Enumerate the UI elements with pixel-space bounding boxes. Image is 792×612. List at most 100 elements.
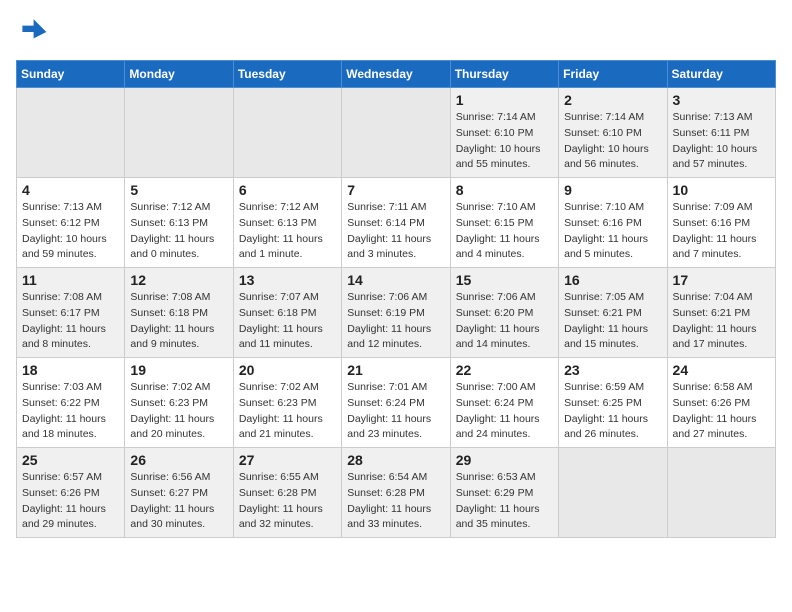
day-info: Sunrise: 7:05 AMSunset: 6:21 PMDaylight:… bbox=[564, 290, 661, 353]
calendar-cell: 20Sunrise: 7:02 AMSunset: 6:23 PMDayligh… bbox=[233, 358, 341, 448]
calendar-cell: 9 Sunrise: 7:10 AMSunset: 6:16 PMDaylight… bbox=[559, 178, 667, 268]
day-info: Sunrise: 7:08 AMSunset: 6:17 PMDaylight:… bbox=[22, 290, 119, 353]
day-number: 24 bbox=[673, 362, 770, 378]
calendar-header-row: SundayMondayTuesdayWednesdayThursdayFrid… bbox=[17, 61, 776, 88]
day-number: 25 bbox=[22, 452, 119, 468]
calendar-cell: 5 Sunrise: 7:12 AMSunset: 6:13 PMDaylight… bbox=[125, 178, 233, 268]
calendar-cell: 22 Sunrise: 7:00 AMSunset: 6:24 PMDayligh… bbox=[450, 358, 558, 448]
calendar-cell: 17 Sunrise: 7:04 AMSunset: 6:21 PMDayligh… bbox=[667, 268, 775, 358]
day-number: 5 bbox=[130, 182, 227, 198]
header-sunday: Sunday bbox=[17, 61, 125, 88]
calendar-week-row: 25 Sunrise: 6:57 AMSunset: 6:26 PMDayligh… bbox=[17, 448, 776, 538]
day-info: Sunrise: 7:02 AMSunset: 6:23 PMDaylight:… bbox=[130, 380, 227, 443]
calendar-cell: 8 Sunrise: 7:10 AMSunset: 6:15 PMDaylight… bbox=[450, 178, 558, 268]
header-friday: Friday bbox=[559, 61, 667, 88]
day-number: 8 bbox=[456, 182, 553, 198]
day-number: 29 bbox=[456, 452, 553, 468]
logo-icon bbox=[16, 16, 48, 48]
calendar-cell bbox=[342, 88, 450, 178]
day-info: Sunrise: 7:04 AMSunset: 6:21 PMDaylight:… bbox=[673, 290, 770, 353]
day-info: Sunrise: 7:12 AMSunset: 6:13 PMDaylight:… bbox=[130, 200, 227, 263]
calendar-cell bbox=[125, 88, 233, 178]
calendar-week-row: 4 Sunrise: 7:13 AMSunset: 6:12 PMDaylight… bbox=[17, 178, 776, 268]
calendar-cell: 15 Sunrise: 7:06 AMSunset: 6:20 PMDayligh… bbox=[450, 268, 558, 358]
day-number: 22 bbox=[456, 362, 553, 378]
calendar-cell: 13 Sunrise: 7:07 AMSunset: 6:18 PMDayligh… bbox=[233, 268, 341, 358]
calendar-week-row: 11 Sunrise: 7:08 AMSunset: 6:17 PMDayligh… bbox=[17, 268, 776, 358]
day-info: Sunrise: 7:13 AMSunset: 6:11 PMDaylight:… bbox=[673, 110, 770, 173]
day-info: Sunrise: 7:11 AMSunset: 6:14 PMDaylight:… bbox=[347, 200, 444, 263]
day-info: Sunrise: 7:13 AMSunset: 6:12 PMDaylight:… bbox=[22, 200, 119, 263]
day-number: 18 bbox=[22, 362, 119, 378]
calendar-cell: 19 Sunrise: 7:02 AMSunset: 6:23 PMDayligh… bbox=[125, 358, 233, 448]
day-number: 13 bbox=[239, 272, 336, 288]
day-info: Sunrise: 7:08 AMSunset: 6:18 PMDaylight:… bbox=[130, 290, 227, 353]
calendar: SundayMondayTuesdayWednesdayThursdayFrid… bbox=[16, 60, 776, 538]
day-number: 23 bbox=[564, 362, 661, 378]
day-number: 7 bbox=[347, 182, 444, 198]
calendar-week-row: 18 Sunrise: 7:03 AMSunset: 6:22 PMDayligh… bbox=[17, 358, 776, 448]
header-monday: Monday bbox=[125, 61, 233, 88]
header-thursday: Thursday bbox=[450, 61, 558, 88]
calendar-cell: 4 Sunrise: 7:13 AMSunset: 6:12 PMDaylight… bbox=[17, 178, 125, 268]
day-info: Sunrise: 6:53 AMSunset: 6:29 PMDaylight:… bbox=[456, 470, 553, 533]
day-info: Sunrise: 6:55 AMSunset: 6:28 PMDaylight:… bbox=[239, 470, 336, 533]
day-number: 21 bbox=[347, 362, 444, 378]
day-info: Sunrise: 6:58 AMSunset: 6:26 PMDaylight:… bbox=[673, 380, 770, 443]
day-number: 27 bbox=[239, 452, 336, 468]
day-info: Sunrise: 7:14 AMSunset: 6:10 PMDaylight:… bbox=[456, 110, 553, 173]
header-tuesday: Tuesday bbox=[233, 61, 341, 88]
calendar-cell: 29 Sunrise: 6:53 AMSunset: 6:29 PMDayligh… bbox=[450, 448, 558, 538]
calendar-cell: 18 Sunrise: 7:03 AMSunset: 6:22 PMDayligh… bbox=[17, 358, 125, 448]
calendar-cell bbox=[17, 88, 125, 178]
day-number: 19 bbox=[130, 362, 227, 378]
calendar-cell: 2Sunrise: 7:14 AMSunset: 6:10 PMDaylight… bbox=[559, 88, 667, 178]
day-number: 28 bbox=[347, 452, 444, 468]
calendar-cell: 24 Sunrise: 6:58 AMSunset: 6:26 PMDayligh… bbox=[667, 358, 775, 448]
day-info: Sunrise: 7:10 AMSunset: 6:15 PMDaylight:… bbox=[456, 200, 553, 263]
day-info: Sunrise: 7:06 AMSunset: 6:19 PMDaylight:… bbox=[347, 290, 444, 353]
day-info: Sunrise: 7:02 AMSunset: 6:23 PMDaylight:… bbox=[239, 380, 336, 443]
calendar-cell: 27 Sunrise: 6:55 AMSunset: 6:28 PMDayligh… bbox=[233, 448, 341, 538]
calendar-cell: 10 Sunrise: 7:09 AMSunset: 6:16 PMDayligh… bbox=[667, 178, 775, 268]
page-header bbox=[16, 16, 776, 48]
calendar-cell: 3 Sunrise: 7:13 AMSunset: 6:11 PMDaylight… bbox=[667, 88, 775, 178]
day-info: Sunrise: 6:59 AMSunset: 6:25 PMDaylight:… bbox=[564, 380, 661, 443]
day-info: Sunrise: 7:07 AMSunset: 6:18 PMDaylight:… bbox=[239, 290, 336, 353]
calendar-cell bbox=[559, 448, 667, 538]
day-info: Sunrise: 7:10 AMSunset: 6:16 PMDaylight:… bbox=[564, 200, 661, 263]
day-info: Sunrise: 7:00 AMSunset: 6:24 PMDaylight:… bbox=[456, 380, 553, 443]
calendar-cell: 16 Sunrise: 7:05 AMSunset: 6:21 PMDayligh… bbox=[559, 268, 667, 358]
calendar-cell: 26Sunrise: 6:56 AMSunset: 6:27 PMDayligh… bbox=[125, 448, 233, 538]
day-number: 16 bbox=[564, 272, 661, 288]
day-number: 9 bbox=[564, 182, 661, 198]
day-info: Sunrise: 7:14 AMSunset: 6:10 PMDaylight:… bbox=[564, 110, 661, 173]
day-number: 3 bbox=[673, 92, 770, 108]
calendar-cell: 21 Sunrise: 7:01 AMSunset: 6:24 PMDayligh… bbox=[342, 358, 450, 448]
calendar-cell bbox=[667, 448, 775, 538]
day-info: Sunrise: 7:03 AMSunset: 6:22 PMDaylight:… bbox=[22, 380, 119, 443]
calendar-cell: 6Sunrise: 7:12 AMSunset: 6:13 PMDaylight… bbox=[233, 178, 341, 268]
day-number: 15 bbox=[456, 272, 553, 288]
header-wednesday: Wednesday bbox=[342, 61, 450, 88]
day-number: 11 bbox=[22, 272, 119, 288]
day-info: Sunrise: 6:56 AMSunset: 6:27 PMDaylight:… bbox=[130, 470, 227, 533]
day-number: 10 bbox=[673, 182, 770, 198]
day-number: 14 bbox=[347, 272, 444, 288]
day-info: Sunrise: 7:01 AMSunset: 6:24 PMDaylight:… bbox=[347, 380, 444, 443]
calendar-cell bbox=[233, 88, 341, 178]
calendar-cell: 28 Sunrise: 6:54 AMSunset: 6:28 PMDayligh… bbox=[342, 448, 450, 538]
calendar-cell: 1 Sunrise: 7:14 AMSunset: 6:10 PMDaylight… bbox=[450, 88, 558, 178]
day-info: Sunrise: 6:54 AMSunset: 6:28 PMDaylight:… bbox=[347, 470, 444, 533]
calendar-cell: 12Sunrise: 7:08 AMSunset: 6:18 PMDayligh… bbox=[125, 268, 233, 358]
day-number: 4 bbox=[22, 182, 119, 198]
day-number: 1 bbox=[456, 92, 553, 108]
day-info: Sunrise: 6:57 AMSunset: 6:26 PMDaylight:… bbox=[22, 470, 119, 533]
header-saturday: Saturday bbox=[667, 61, 775, 88]
day-number: 6 bbox=[239, 182, 336, 198]
day-number: 17 bbox=[673, 272, 770, 288]
day-info: Sunrise: 7:09 AMSunset: 6:16 PMDaylight:… bbox=[673, 200, 770, 263]
day-info: Sunrise: 7:06 AMSunset: 6:20 PMDaylight:… bbox=[456, 290, 553, 353]
calendar-cell: 14 Sunrise: 7:06 AMSunset: 6:19 PMDayligh… bbox=[342, 268, 450, 358]
calendar-cell: 23 Sunrise: 6:59 AMSunset: 6:25 PMDayligh… bbox=[559, 358, 667, 448]
